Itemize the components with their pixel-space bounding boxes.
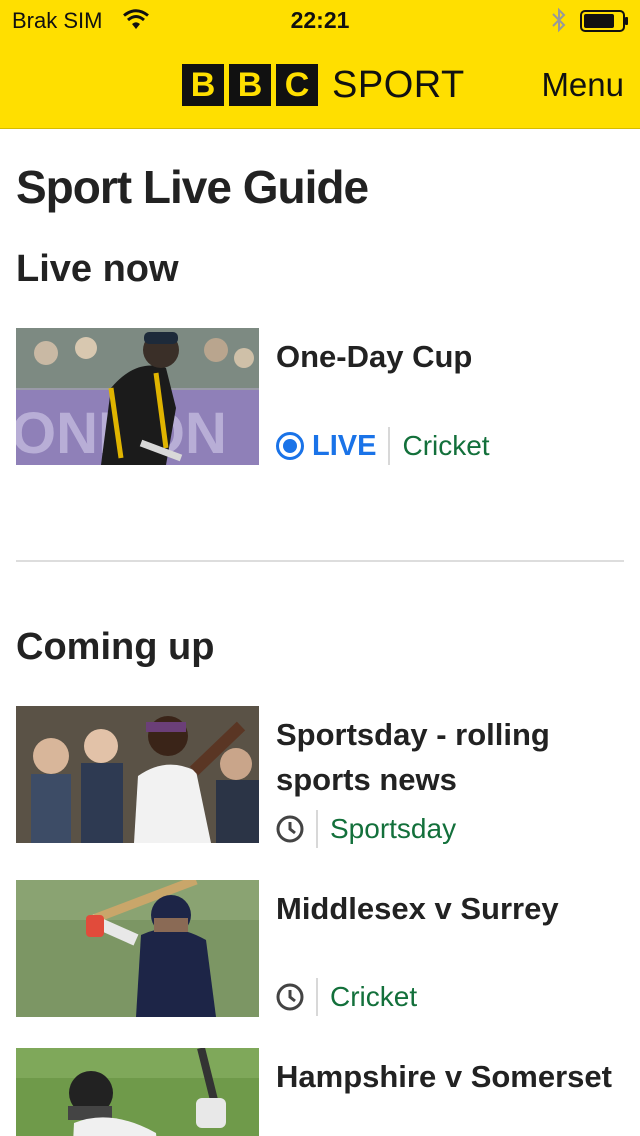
upcoming-item-meta: Cricket — [276, 977, 417, 1017]
upcoming-item-card[interactable]: Middlesex v Surrey Cricket — [16, 880, 624, 1017]
sport-tag[interactable]: Cricket — [330, 981, 417, 1013]
meta-divider — [388, 427, 391, 465]
meta-divider — [316, 978, 318, 1016]
upcoming-item-meta: Sportsday — [276, 809, 456, 849]
cricket-batsman-thumbnail — [16, 1048, 259, 1136]
sport-tag[interactable]: Sportsday — [330, 813, 456, 845]
upcoming-item-title[interactable]: Middlesex v Surrey — [276, 886, 626, 931]
section-heading-coming-up: Coming up — [16, 626, 215, 668]
clock-icon — [276, 983, 304, 1011]
live-item-meta: LIVE Cricket — [276, 426, 490, 466]
logo-letter: B — [229, 64, 271, 106]
cricket-batsman-thumbnail: ONDON — [16, 328, 259, 465]
live-item-card[interactable]: ONDON One-Day Cup LIVE Cricket — [16, 328, 624, 465]
clock-time: 22:21 — [290, 7, 350, 33]
logo-letter: C — [276, 64, 318, 106]
status-bar: Brak SIM 22:21 — [0, 0, 640, 40]
app-header: B B C SPORT Menu — [0, 40, 640, 129]
upcoming-item-card[interactable]: Sportsday - rolling sports news Sportsda… — [16, 706, 626, 848]
live-indicator-icon — [276, 432, 304, 460]
bluetooth-icon — [552, 7, 566, 33]
logo-sport-text: SPORT — [332, 64, 465, 106]
cricket-batsman-thumbnail — [16, 880, 259, 1017]
meta-divider — [316, 810, 318, 848]
live-badge: LIVE — [312, 429, 377, 462]
page-title: Sport Live Guide — [16, 161, 369, 213]
upcoming-item-title[interactable]: Sportsday - rolling sports news — [276, 712, 626, 802]
bbc-sport-logo[interactable]: B B C SPORT — [182, 64, 465, 106]
clock-icon — [276, 815, 304, 843]
battery-icon — [580, 10, 628, 32]
section-heading-live-now: Live now — [16, 248, 179, 290]
crowd-man-waving-thumbnail — [16, 706, 259, 843]
live-item-title[interactable]: One-Day Cup — [276, 334, 626, 379]
logo-letter: B — [182, 64, 224, 106]
upcoming-item-title[interactable]: Hampshire v Somerset — [276, 1054, 626, 1099]
menu-button[interactable]: Menu — [541, 66, 624, 104]
upcoming-item-card[interactable]: Hampshire v Somerset — [16, 1048, 624, 1136]
sport-tag[interactable]: Cricket — [402, 430, 489, 462]
section-divider — [16, 560, 624, 562]
